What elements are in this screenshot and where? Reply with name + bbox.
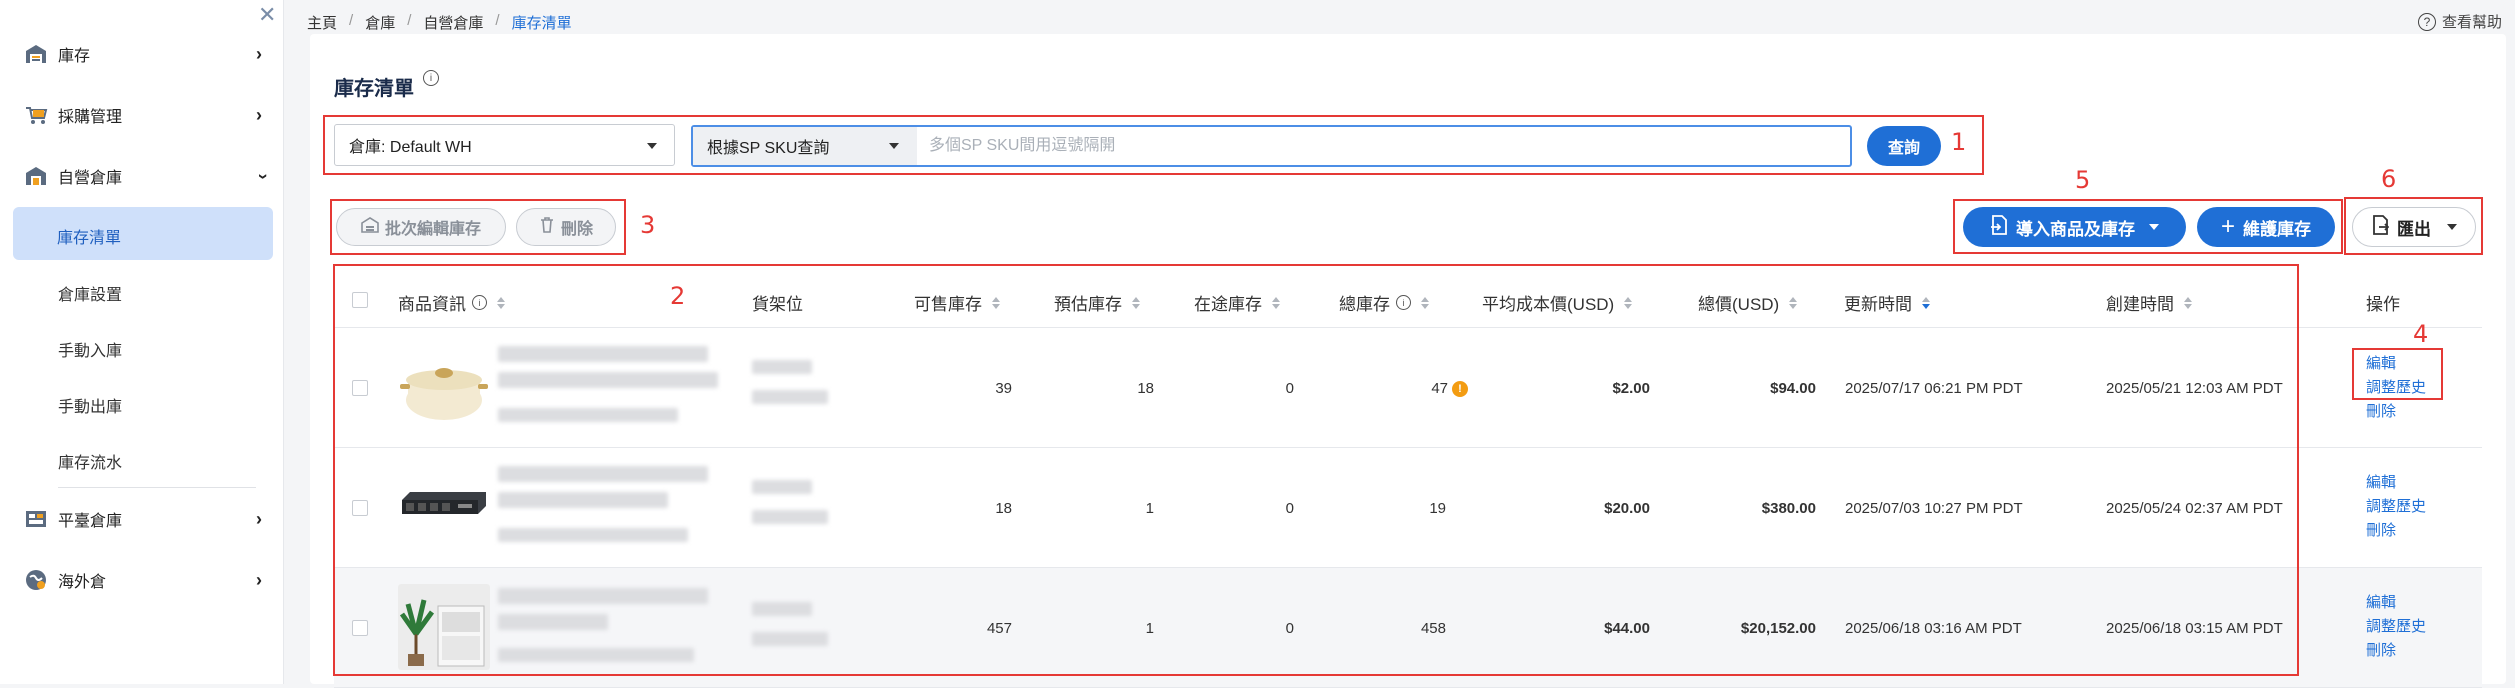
breadcrumb-own-warehouse[interactable]: 自營倉庫	[423, 12, 483, 33]
annotation-box-import	[1953, 199, 2343, 254]
sidebar-item-platform-warehouse[interactable]: 平臺倉庫 ›	[0, 499, 284, 539]
sidebar-item-label: 海外倉	[58, 574, 107, 591]
info-icon[interactable]: i	[423, 70, 439, 86]
warehouse-icon	[22, 40, 50, 68]
sidebar-divider	[58, 487, 256, 488]
help-label: 查看幫助	[2442, 14, 2503, 31]
sidebar-item-label: 自營倉庫	[58, 170, 123, 187]
adjust-history-link[interactable]: 調整歷史	[2366, 495, 2426, 519]
sidebar-subitem-inventory-ledger[interactable]: 庫存流水	[58, 449, 122, 473]
page-title: 庫存清單	[334, 78, 414, 100]
sidebar-item-label: 庫存	[58, 48, 91, 65]
sidebar-subitem-inventory-list[interactable]: 庫存清單	[13, 207, 273, 260]
delete-link[interactable]: 刪除	[2366, 400, 2426, 424]
sidebar-item-overseas-warehouse[interactable]: 海外倉 ›	[0, 560, 284, 600]
breadcrumb-separator: /	[349, 12, 354, 29]
annotation-label: 5	[2075, 166, 2091, 194]
globe-icon	[22, 566, 50, 594]
breadcrumb-separator: /	[407, 12, 412, 29]
chevron-right-icon: ›	[256, 104, 262, 125]
sidebar-subitem-label: 庫存清單	[57, 230, 122, 247]
question-icon: ?	[2418, 12, 2436, 31]
storefront-icon	[22, 162, 50, 190]
row-actions: 編輯 調整歷史 刪除	[2366, 471, 2426, 543]
sidebar-subitem-warehouse-settings[interactable]: 倉庫設置	[58, 281, 122, 305]
annotation-box-row-actions	[2352, 348, 2443, 400]
chevron-right-icon: ›	[256, 43, 262, 64]
delete-link[interactable]: 刪除	[2366, 639, 2426, 663]
sidebar-item-label: 採購管理	[58, 109, 123, 126]
chevron-down-icon: ›	[253, 173, 274, 179]
sidebar-subitem-manual-inbound[interactable]: 手動入庫	[58, 337, 122, 361]
edit-link[interactable]: 編輯	[2366, 471, 2426, 495]
sidebar-item-label: 平臺倉庫	[58, 513, 123, 530]
breadcrumb-warehouse[interactable]: 倉庫	[365, 12, 395, 33]
row-actions: 編輯 調整歷史 刪除	[2366, 591, 2426, 663]
breadcrumb: 主頁 / 倉庫 / 自營倉庫 / 庫存清單	[307, 12, 572, 33]
annotation-label: 6	[2381, 165, 2397, 193]
annotation-label: 1	[1951, 128, 1967, 156]
adjust-history-link[interactable]: 調整歷史	[2366, 615, 2426, 639]
column-actions: 操作	[2366, 295, 2400, 314]
breadcrumb-current: 庫存清單	[511, 15, 572, 32]
chevron-right-icon: ›	[256, 508, 262, 529]
delete-link[interactable]: 刪除	[2366, 519, 2426, 543]
sidebar-subitem-manual-outbound[interactable]: 手動出庫	[58, 393, 122, 417]
sidebar-item-purchasing[interactable]: 採購管理 ›	[0, 95, 284, 135]
annotation-label: 2	[670, 282, 686, 310]
annotation-label: 3	[640, 211, 656, 239]
annotation-box-filters	[323, 115, 1984, 175]
sidebar-item-inventory[interactable]: 庫存 ›	[0, 34, 284, 74]
annotation-box-table	[333, 264, 2299, 676]
close-icon[interactable]: ✕	[258, 2, 276, 28]
breadcrumb-separator: /	[495, 12, 500, 29]
sidebar-item-own-warehouse[interactable]: 自營倉庫 ›	[0, 156, 284, 196]
annotation-box-batch-actions	[330, 199, 626, 255]
chevron-right-icon: ›	[256, 569, 262, 590]
sidebar: ✕ 庫存 › 採購管理 › 自營倉庫 › 庫存清單 倉庫設置 手動入庫 手動出庫…	[0, 0, 284, 684]
annotation-box-export	[2344, 197, 2483, 255]
platform-icon	[22, 505, 50, 533]
cart-icon	[22, 101, 50, 129]
annotation-label: 4	[2413, 320, 2429, 348]
help-link[interactable]: ? 查看幫助	[2418, 11, 2502, 32]
edit-link[interactable]: 編輯	[2366, 591, 2426, 615]
breadcrumb-home[interactable]: 主頁	[307, 12, 337, 33]
